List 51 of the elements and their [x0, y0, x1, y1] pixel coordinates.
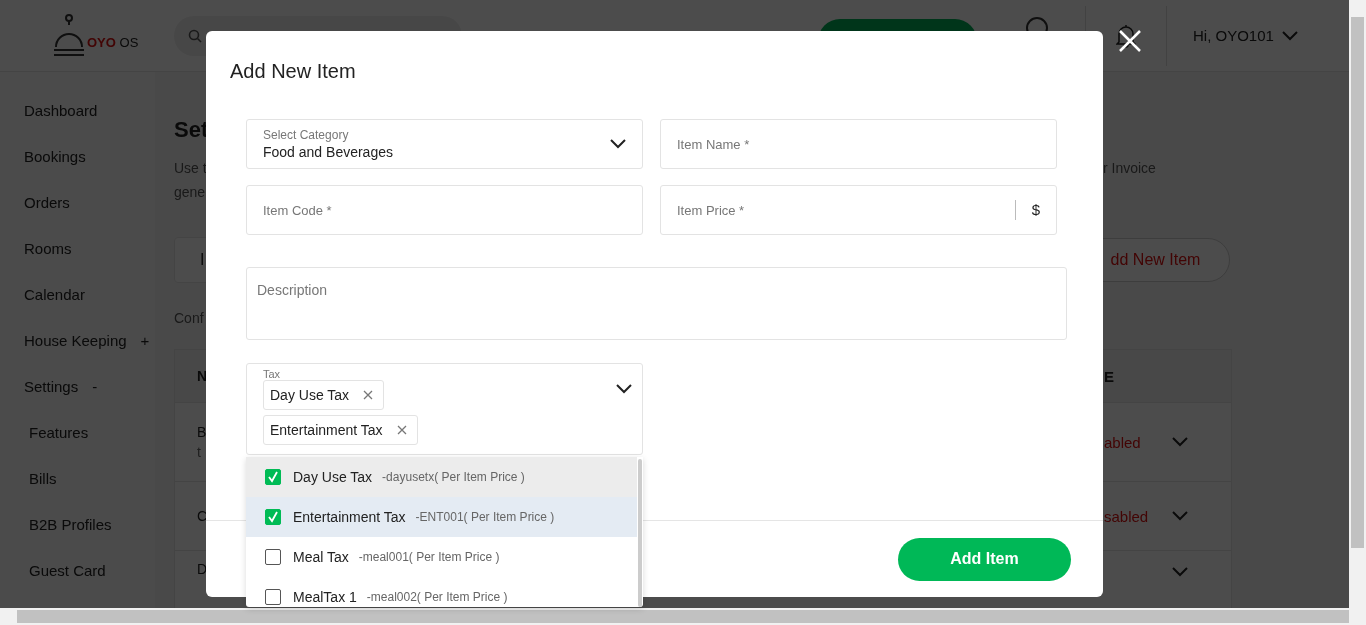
- sidebar-item[interactable]: Dashboard: [24, 101, 98, 119]
- column-header: N: [197, 368, 208, 384]
- tax-chip: Entertainment Tax: [263, 415, 418, 445]
- option-name: Day Use Tax: [293, 469, 373, 485]
- page-title: Set: [174, 118, 209, 142]
- field-label: Tax: [263, 368, 282, 380]
- sidebar-item[interactable]: Bookings: [24, 147, 86, 165]
- dropdown-option[interactable]: Day Use Tax -dayusetx( Per Item Price ): [246, 457, 637, 497]
- modal-title: Add New Item: [229, 59, 357, 83]
- tax-chip: Day Use Tax: [263, 380, 385, 410]
- sidebar-item[interactable]: Settings -: [24, 377, 98, 395]
- sidebar-item[interactable]: Bills: [29, 469, 57, 487]
- option-name: Entertainment Tax: [293, 509, 406, 525]
- dropdown-option[interactable]: Meal Tax -meal001( Per Item Price ): [246, 537, 637, 577]
- sidebar-item[interactable]: Calendar: [24, 285, 85, 303]
- checkbox[interactable]: [265, 589, 281, 605]
- checkbox[interactable]: [265, 549, 281, 565]
- option-code: -dayusetx( Per Item Price ): [382, 470, 525, 484]
- table-cell: B: [197, 424, 207, 440]
- checkbox[interactable]: [265, 469, 281, 485]
- sidebar-item[interactable]: House Keeping +: [24, 331, 150, 349]
- dropdown-option[interactable]: Entertainment Tax -ENT001( Per Item Price ): [246, 497, 637, 537]
- dropdown-option[interactable]: MealTax 1 -meal002( Per Item Price ): [246, 577, 637, 607]
- logo-text: OYO OS: [87, 35, 139, 50]
- dropdown-scrollbar[interactable]: [638, 459, 642, 607]
- description-field[interactable]: Description: [246, 267, 1067, 340]
- input-field[interactable]: Item Name *: [660, 119, 1057, 169]
- currency-label: $: [1014, 200, 1056, 220]
- input-field[interactable]: Item Code *: [246, 185, 643, 235]
- column-header: E: [1104, 367, 1114, 385]
- option-name: MealTax 1: [293, 589, 357, 605]
- vertical-scrollbar[interactable]: [1349, 0, 1366, 608]
- sidebar-item[interactable]: Guest Card: [29, 561, 106, 579]
- option-code: -meal001( Per Item Price ): [358, 550, 500, 564]
- chevron-down-icon[interactable]: [610, 139, 626, 149]
- option-code: -meal002( Per Item Price ): [366, 590, 508, 604]
- option-code: -ENT001( Per Item Price ): [415, 510, 555, 524]
- status-text: sabled: [1104, 507, 1149, 525]
- tax-select[interactable]: Tax Day Use Tax Entertainment Tax: [246, 363, 643, 455]
- horizontal-scrollbar[interactable]: [0, 608, 1366, 625]
- checkbox[interactable]: [265, 509, 281, 525]
- table-cell: D: [197, 561, 208, 577]
- sidebar-item[interactable]: Orders: [24, 193, 70, 211]
- category-select[interactable]: Select Category Food and Beverages: [246, 119, 643, 169]
- table-cell: C: [197, 508, 208, 524]
- option-name: Meal Tax: [293, 549, 349, 565]
- sidebar-item[interactable]: B2B Profiles: [29, 515, 112, 533]
- tab[interactable]: I: [200, 251, 205, 269]
- status-text: abled: [1104, 433, 1141, 451]
- chevron-down-icon[interactable]: [616, 384, 632, 394]
- add-item-button[interactable]: Add Item: [898, 537, 1071, 581]
